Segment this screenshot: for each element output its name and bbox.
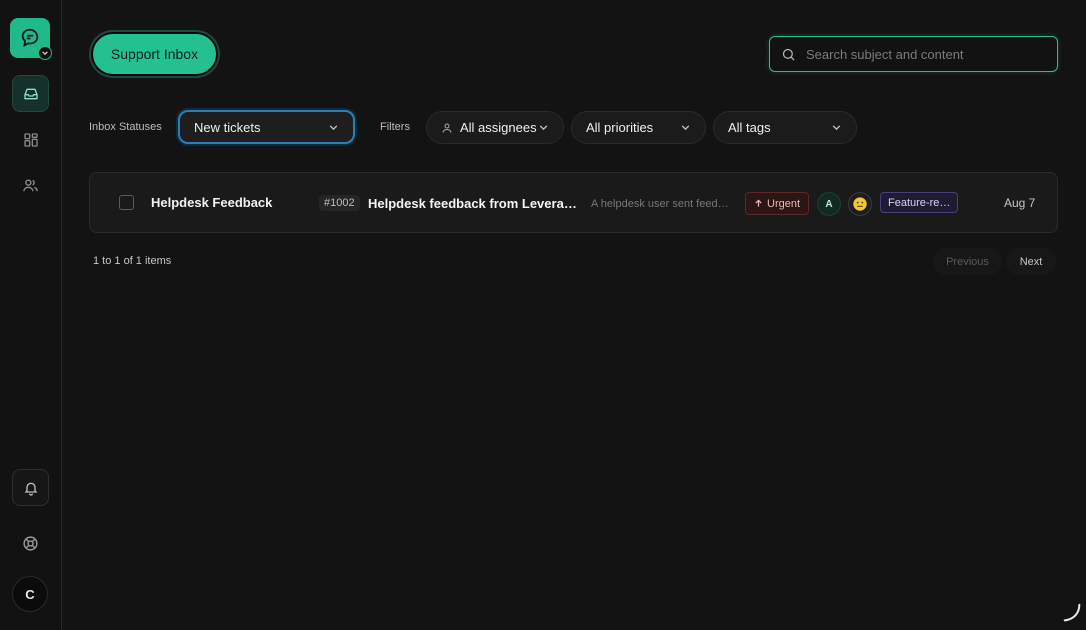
tags-select-value: All tags [728,120,771,135]
loading-spinner-icon [1063,603,1081,622]
support-inbox-button[interactable]: Support Inbox [91,32,218,76]
tags-select[interactable]: All tags [713,111,857,144]
user-icon [442,123,452,133]
grid-icon [23,132,38,147]
ticket-preview: A helpdesk user sent feed… [591,198,729,210]
ticket-id: #1002 [319,195,360,211]
nav-users[interactable] [12,167,49,204]
user-avatar[interactable]: C [12,576,48,612]
assignees-select-value: All assignees [460,120,537,135]
ticket-name: Helpdesk Feedback [151,195,273,210]
status-select-value: New tickets [194,119,261,135]
ticket-date: Aug 7 [1004,196,1036,210]
neutral-face-icon[interactable] [848,192,872,216]
help-button[interactable] [12,525,49,562]
nav-dashboard[interactable] [12,121,49,158]
notifications-button[interactable] [12,469,49,506]
sidebar: C [0,0,62,630]
ticket-subject[interactable]: Helpdesk feedback from Leverage… [368,196,583,211]
bell-icon [24,482,37,496]
priorities-select-value: All priorities [586,120,654,135]
chevron-down-icon[interactable] [38,46,52,60]
lifebuoy-icon [23,536,38,551]
search-input[interactable] [806,46,1036,62]
inbox-statuses-label: Inbox Statuses [89,121,162,133]
previous-button[interactable]: Previous [933,248,1002,275]
inbox-icon [23,88,38,99]
chevron-down-icon [681,125,690,131]
chat-bubble-icon [21,28,39,47]
search-icon [782,48,795,61]
workspace-logo[interactable] [10,18,52,60]
pagination-info: 1 to 1 of 1 items [93,255,172,267]
priority-label: Urgent [767,197,801,210]
chevron-down-icon [832,125,841,131]
priorities-select[interactable]: All priorities [571,111,706,144]
chevron-down-icon [539,125,548,131]
app-window: C Support Inbox Inbox Statuses New ticke… [0,0,1086,630]
nav-inbox[interactable] [12,75,49,112]
arrow-up-icon [755,199,762,207]
assignees-select[interactable]: All assignees [426,111,564,144]
table-row[interactable]: Helpdesk Feedback #1002 Helpdesk feedbac… [89,172,1058,233]
assignee-avatar[interactable]: A [817,192,841,216]
search-box[interactable] [769,36,1058,72]
ticket-tag[interactable]: Feature-re… [880,192,959,213]
priority-badge[interactable]: Urgent [745,192,810,215]
next-button[interactable]: Next [1006,248,1056,275]
filters-label: Filters [380,121,410,133]
status-select[interactable]: New tickets [178,110,355,144]
row-checkbox[interactable] [119,195,134,210]
chevron-down-icon [329,124,338,130]
users-icon [23,179,38,192]
